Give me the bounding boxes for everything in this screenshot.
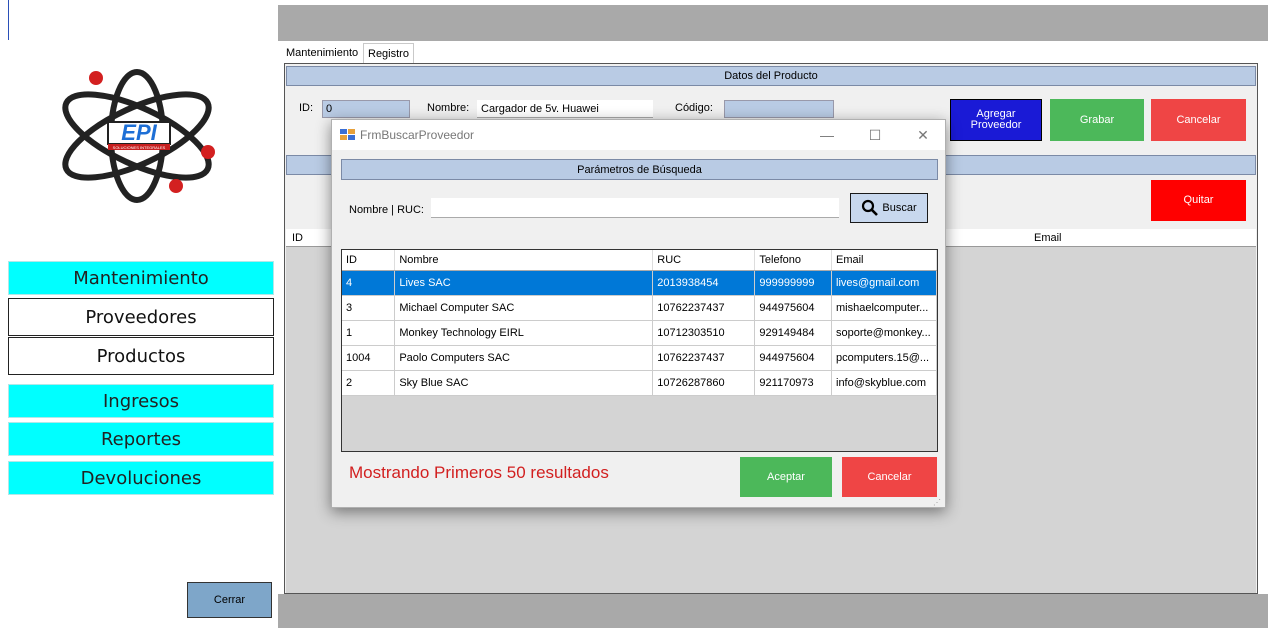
buscar-proveedor-dialog: FrmBuscarProveedor — ☐ ✕ Parámetros de B… [331, 119, 946, 508]
cancelar-button[interactable]: Cancelar [1151, 99, 1246, 141]
cell-nombre: Paolo Computers SAC [394, 345, 654, 371]
tab-strip [278, 41, 1268, 63]
nav-reportes[interactable]: Reportes [8, 422, 274, 456]
nav-devoluciones[interactable]: Devoluciones [8, 461, 274, 495]
id-label: ID: [299, 102, 314, 114]
cell-id: 1004 [342, 345, 396, 371]
grid-col-email: Email [1034, 232, 1062, 244]
cell-email: pcomputers.15@... [831, 345, 937, 371]
bottom-bar [278, 594, 1268, 628]
sidebar: EPI SOLUCIONES INTEGRALES Mantenimiento … [0, 0, 278, 628]
table-row[interactable]: 4 Lives SAC 2013938454 999999999 lives@g… [342, 270, 937, 296]
codigo-field[interactable] [724, 100, 834, 118]
cell-telefono: 999999999 [754, 270, 832, 296]
params-section-header: Parámetros de Búsqueda [341, 159, 938, 180]
cell-nombre: Michael Computer SAC [394, 295, 654, 321]
cell-nombre: Sky Blue SAC [394, 370, 654, 396]
product-section-header: Datos del Producto [286, 66, 1256, 86]
nav-label: Devoluciones [80, 467, 202, 489]
nombre-field[interactable]: Cargador de 5v. Huawei [477, 100, 653, 118]
dialog-titlebar: FrmBuscarProveedor — ☐ ✕ [332, 120, 945, 150]
search-icon [862, 199, 879, 216]
aceptar-button[interactable]: Aceptar [740, 457, 832, 497]
dialog-title: FrmBuscarProveedor [360, 128, 475, 142]
tab-mantenimiento[interactable]: Mantenimiento [282, 43, 362, 63]
grid-col-id: ID [292, 232, 303, 244]
form-icon [340, 129, 355, 140]
cell-id: 2 [342, 370, 396, 396]
cell-nombre: Lives SAC [394, 270, 654, 296]
col-ruc[interactable]: RUC [652, 250, 756, 271]
cell-telefono: 929149484 [754, 320, 832, 346]
sidebar-edge-line [8, 0, 9, 40]
grabar-button[interactable]: Grabar [1050, 99, 1144, 141]
nav-label: Productos [96, 345, 186, 367]
cell-email: mishaelcomputer... [831, 295, 937, 321]
logo-subtext: SOLUCIONES INTEGRALES [113, 145, 166, 150]
id-field[interactable]: 0 [322, 100, 410, 118]
col-id[interactable]: ID [342, 250, 396, 271]
nav-productos[interactable]: Productos [8, 337, 274, 375]
nav-label: Proveedores [85, 306, 197, 328]
nav-label: Ingresos [103, 390, 179, 412]
table-row[interactable]: 2 Sky Blue SAC 10726287860 921170973 inf… [342, 370, 937, 396]
buscar-button[interactable]: Buscar [850, 193, 928, 223]
quitar-button[interactable]: Quitar [1151, 180, 1246, 221]
cell-email: info@skyblue.com [831, 370, 937, 396]
epi-logo: EPI SOLUCIONES INTEGRALES [62, 69, 215, 203]
cell-id: 3 [342, 295, 396, 321]
col-telefono[interactable]: Telefono [754, 250, 832, 271]
col-email[interactable]: Email [831, 250, 937, 271]
table-row[interactable]: 1 Monkey Technology EIRL 10712303510 929… [342, 320, 937, 346]
cell-ruc: 10762237437 [652, 345, 756, 371]
cell-telefono: 944975604 [754, 295, 832, 321]
minimize-icon[interactable]: — [816, 125, 838, 145]
table-row[interactable]: 3 Michael Computer SAC 10762237437 94497… [342, 295, 937, 321]
cell-id: 1 [342, 320, 396, 346]
proveedores-table: ID Nombre RUC Telefono Email 4 Lives SAC… [342, 250, 937, 396]
nav-mantenimiento[interactable]: Mantenimiento [8, 261, 274, 295]
cell-nombre: Monkey Technology EIRL [394, 320, 654, 346]
maximize-icon[interactable]: ☐ [864, 125, 886, 145]
dialog-cancelar-button[interactable]: Cancelar [842, 457, 937, 497]
buscar-label: Buscar [882, 202, 917, 214]
cell-email: lives@gmail.com [831, 270, 937, 296]
resize-grip-icon[interactable]: ⋰ [933, 498, 941, 507]
tab-registro[interactable]: Registro [363, 43, 414, 63]
table-row[interactable]: 1004 Paolo Computers SAC 10762237437 944… [342, 345, 937, 371]
cell-telefono: 921170973 [754, 370, 832, 396]
close-icon[interactable]: ✕ [912, 125, 934, 145]
logo-text: EPI [121, 120, 157, 145]
cell-ruc: 10712303510 [652, 320, 756, 346]
nav-proveedores[interactable]: Proveedores [8, 298, 274, 336]
search-input[interactable] [431, 198, 839, 218]
cell-telefono: 944975604 [754, 345, 832, 371]
cell-ruc: 2013938454 [652, 270, 756, 296]
proveedores-grid[interactable]: ID Nombre RUC Telefono Email 4 Lives SAC… [341, 249, 938, 452]
nav-label: Reportes [100, 428, 182, 450]
cell-email: soporte@monkey... [831, 320, 937, 346]
results-status: Mostrando Primeros 50 resultados [349, 463, 609, 482]
top-bar [278, 5, 1268, 41]
nombre-label: Nombre: [427, 102, 470, 114]
table-header-row: ID Nombre RUC Telefono Email [342, 250, 937, 271]
cell-ruc: 10726287860 [652, 370, 756, 396]
agregar-proveedor-button[interactable]: Agregar Proveedor [950, 99, 1042, 141]
nav-label: Mantenimiento [73, 267, 209, 289]
nav-ingresos[interactable]: Ingresos [8, 384, 274, 418]
codigo-label: Código: [675, 102, 713, 114]
cell-ruc: 10762237437 [652, 295, 756, 321]
search-label: Nombre | RUC: [349, 204, 424, 216]
close-button[interactable]: Cerrar [187, 582, 272, 618]
col-nombre[interactable]: Nombre [394, 250, 654, 271]
cell-id: 4 [342, 270, 396, 296]
